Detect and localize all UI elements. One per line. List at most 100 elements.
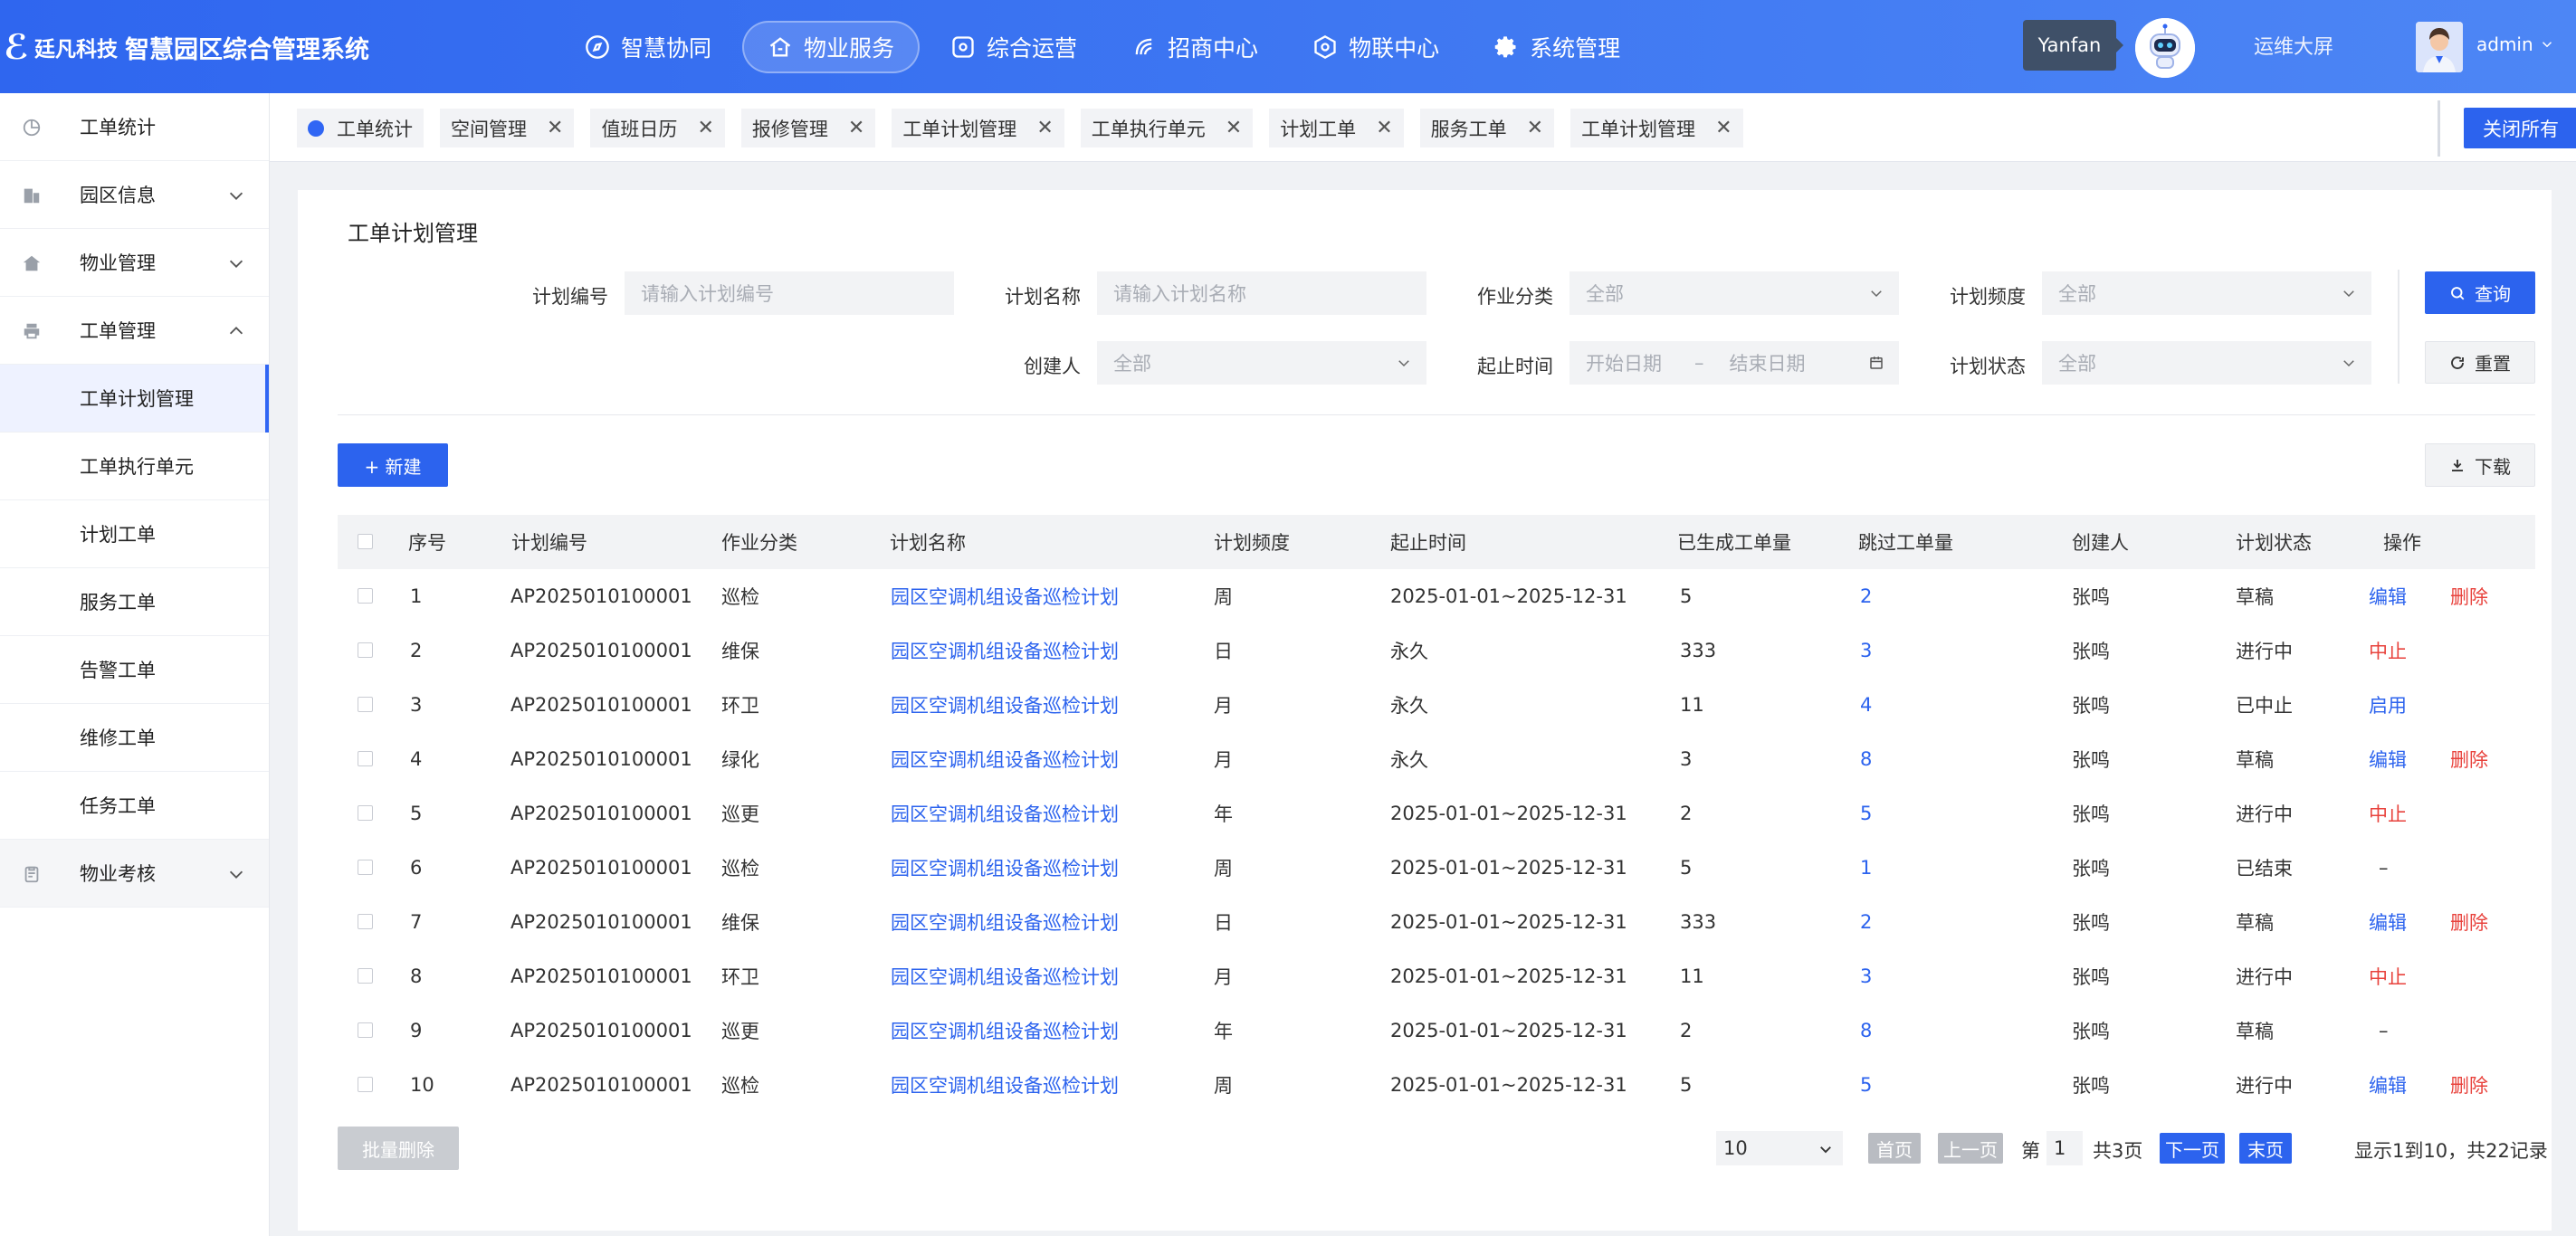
cell-plan-name[interactable]: 园区空调机组设备巡检计划 — [891, 583, 1119, 610]
tab-space-mgmt[interactable]: 空间管理 ✕ — [440, 109, 575, 147]
cell-plan-name[interactable]: 园区空调机组设备巡检计划 — [891, 691, 1119, 718]
cell-skipped[interactable]: 3 — [1860, 965, 1872, 987]
cell-plan-name[interactable]: 园区空调机组设备巡检计划 — [891, 1071, 1119, 1098]
reset-button[interactable]: 重置 — [2425, 341, 2535, 384]
page-size-select[interactable]: 10 — [1716, 1131, 1843, 1165]
nav-item-iot[interactable]: 物联中心 — [1289, 21, 1463, 73]
batch-delete-button[interactable]: 批量删除 — [338, 1127, 459, 1170]
row-action-delete[interactable]: 删除 — [2450, 746, 2488, 773]
tab-plan-mgmt-2[interactable]: 工单计划管理 ✕ — [1570, 109, 1743, 147]
sidebar-item-plan-workorder[interactable]: 计划工单 — [0, 500, 269, 568]
close-icon[interactable]: ✕ — [848, 117, 864, 139]
date-range-picker[interactable]: 开始日期 – 结束日期 — [1569, 341, 1899, 385]
row-action-primary[interactable]: 编辑 — [2369, 1071, 2407, 1098]
end-date-placeholder[interactable]: 结束日期 — [1730, 349, 1806, 376]
plan-no-input[interactable]: 请输入计划编号 — [625, 271, 954, 315]
cell-plan-name[interactable]: 园区空调机组设备巡检计划 — [891, 854, 1119, 881]
close-icon[interactable]: ✕ — [1036, 117, 1053, 139]
nav-item-collab[interactable]: 智慧协同 — [561, 21, 735, 73]
new-button[interactable]: + 新建 — [338, 443, 448, 487]
cell-plan-name[interactable]: 园区空调机组设备巡检计划 — [891, 800, 1119, 827]
tab-plan-workorder[interactable]: 计划工单 ✕ — [1269, 109, 1404, 147]
nav-item-merchant[interactable]: 招商中心 — [1108, 21, 1282, 73]
row-action-delete[interactable]: 删除 — [2450, 908, 2488, 936]
last-page-button[interactable]: 末页 — [2239, 1133, 2292, 1164]
status-select[interactable]: 全部 — [2042, 341, 2371, 385]
cell-skipped[interactable]: 8 — [1860, 748, 1872, 770]
cell-plan-name[interactable]: 园区空调机组设备巡检计划 — [891, 1017, 1119, 1044]
tab-service-workorder[interactable]: 服务工单 ✕ — [1419, 109, 1555, 147]
sidebar-item-property-mgmt[interactable]: 物业管理 — [0, 229, 269, 297]
cell-skipped[interactable]: 8 — [1860, 1020, 1872, 1041]
sidebar-item-workorder-mgmt[interactable]: 工单管理 — [0, 297, 269, 365]
close-icon[interactable]: ✕ — [1376, 117, 1392, 139]
next-page-button[interactable]: 下一页 — [2160, 1133, 2225, 1164]
nav-item-system[interactable]: 系统管理 — [1470, 21, 1644, 73]
sidebar-item-plan-mgmt[interactable]: 工单计划管理 — [0, 365, 269, 433]
cell-skipped[interactable]: 4 — [1860, 694, 1872, 716]
sidebar-item-park-info[interactable]: 园区信息 — [0, 161, 269, 229]
query-button[interactable]: 查询 — [2425, 271, 2535, 314]
sidebar-item-alarm-workorder[interactable]: 告警工单 — [0, 636, 269, 704]
row-checkbox[interactable] — [358, 588, 373, 604]
row-checkbox[interactable] — [358, 642, 373, 658]
close-icon[interactable]: ✕ — [1226, 117, 1242, 139]
close-all-button[interactable]: 关闭所有 — [2464, 108, 2576, 148]
row-checkbox[interactable] — [358, 1077, 373, 1092]
sidebar-item-property-assessment[interactable]: 物业考核 — [0, 840, 269, 908]
row-action-primary[interactable]: 编辑 — [2369, 746, 2407, 773]
row-action-primary[interactable]: 中止 — [2369, 800, 2407, 827]
cell-plan-name[interactable]: 园区空调机组设备巡检计划 — [891, 963, 1119, 990]
tab-repair-mgmt[interactable]: 报修管理 ✕ — [740, 109, 876, 147]
row-checkbox[interactable] — [358, 805, 373, 821]
avatar[interactable] — [2416, 22, 2463, 72]
row-checkbox[interactable] — [358, 751, 373, 766]
cell-skipped[interactable]: 3 — [1860, 640, 1872, 661]
row-action-delete[interactable]: 删除 — [2450, 1071, 2488, 1098]
cell-skipped[interactable]: 5 — [1860, 803, 1872, 824]
sidebar-item-exec-unit[interactable]: 工单执行单元 — [0, 433, 269, 500]
nav-item-operations[interactable]: 综合运营 — [927, 21, 1101, 73]
row-checkbox[interactable] — [358, 1022, 373, 1038]
cell-skipped[interactable]: 2 — [1860, 585, 1872, 607]
row-checkbox[interactable] — [358, 968, 373, 984]
robot-assistant-icon[interactable] — [2135, 18, 2195, 78]
cell-plan-name[interactable]: 园区空调机组设备巡检计划 — [891, 908, 1119, 936]
row-checkbox[interactable] — [358, 860, 373, 875]
row-checkbox[interactable] — [358, 697, 373, 712]
app-logo[interactable]: ℰ 廷凡科技 智慧园区综合管理系统 — [0, 22, 369, 72]
first-page-button[interactable]: 首页 — [1868, 1133, 1921, 1164]
sidebar-item-repair-workorder[interactable]: 维修工单 — [0, 704, 269, 772]
ops-screen-link[interactable]: 运维大屏 — [2254, 31, 2333, 60]
close-icon[interactable]: ✕ — [547, 117, 563, 139]
tab-exec-unit[interactable]: 工单执行单元 ✕ — [1080, 109, 1254, 147]
cell-skipped[interactable]: 1 — [1860, 857, 1872, 879]
row-action-primary[interactable]: 编辑 — [2369, 583, 2407, 610]
row-action-primary[interactable]: 启用 — [2369, 691, 2407, 718]
select-all-checkbox[interactable] — [358, 534, 373, 549]
row-action-delete[interactable]: 删除 — [2450, 583, 2488, 610]
tab-plan-mgmt[interactable]: 工单计划管理 ✕ — [892, 109, 1064, 147]
cell-plan-name[interactable]: 园区空调机组设备巡检计划 — [891, 637, 1119, 664]
row-action-primary[interactable]: 中止 — [2369, 637, 2407, 664]
user-menu[interactable]: admin — [2476, 33, 2555, 55]
start-date-placeholder[interactable]: 开始日期 — [1586, 349, 1662, 376]
tab-workorder-stats[interactable]: 工单统计 — [297, 109, 424, 147]
sidebar-item-workorder-stats[interactable]: 工单统计 — [0, 93, 269, 161]
sidebar-item-service-workorder[interactable]: 服务工单 — [0, 568, 269, 636]
row-checkbox[interactable] — [358, 914, 373, 929]
frequency-select[interactable]: 全部 — [2042, 271, 2371, 315]
close-icon[interactable]: ✕ — [697, 117, 713, 139]
cell-skipped[interactable]: 5 — [1860, 1074, 1872, 1096]
download-button[interactable]: 下载 — [2425, 443, 2535, 487]
sidebar-item-task-workorder[interactable]: 任务工单 — [0, 772, 269, 840]
prev-page-button[interactable]: 上一页 — [1938, 1133, 2003, 1164]
tab-duty-calendar[interactable]: 值班日历 ✕ — [590, 109, 725, 147]
cell-plan-name[interactable]: 园区空调机组设备巡检计划 — [891, 746, 1119, 773]
page-number-input[interactable]: 1 — [2046, 1131, 2083, 1165]
close-icon[interactable]: ✕ — [1715, 117, 1732, 139]
nav-item-property[interactable]: 物业服务 — [742, 21, 921, 73]
creator-select[interactable]: 全部 — [1097, 341, 1426, 385]
cell-skipped[interactable]: 2 — [1860, 911, 1872, 933]
close-icon[interactable]: ✕ — [1527, 117, 1543, 139]
